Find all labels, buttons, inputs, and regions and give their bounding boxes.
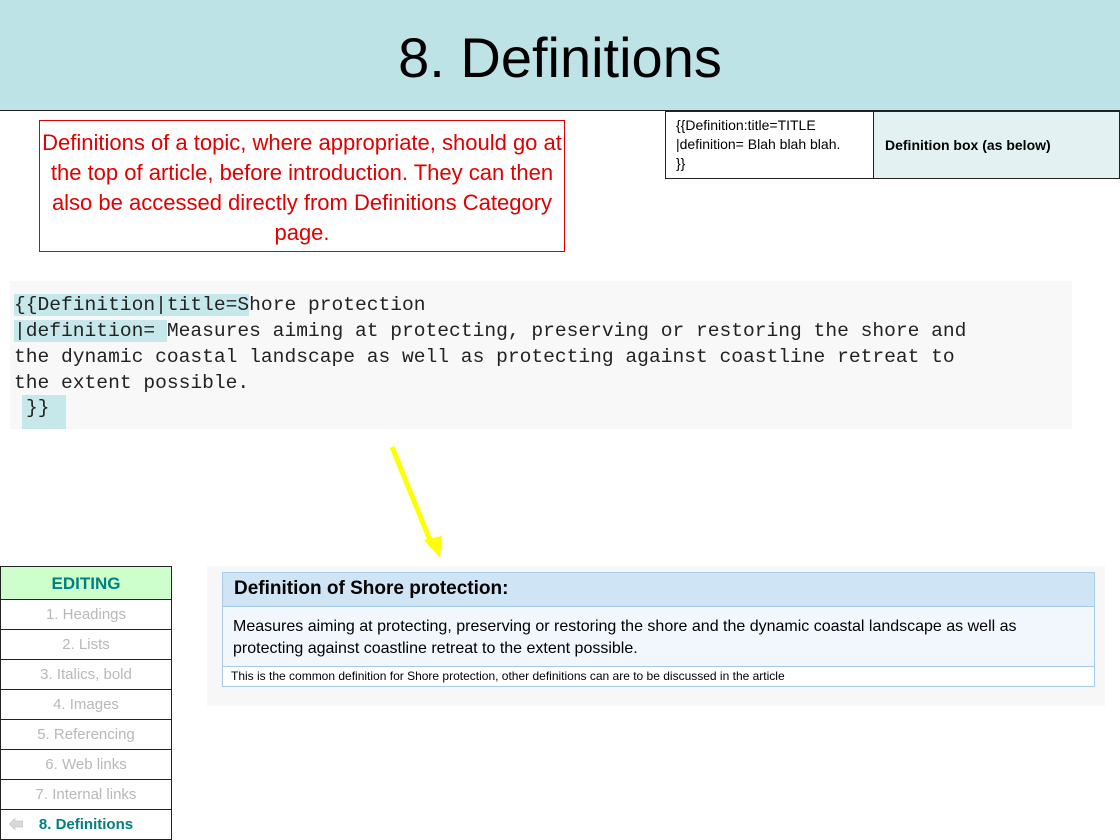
nav-item-referencing[interactable]: 5. Referencing	[0, 720, 172, 750]
code-line-5: }}	[26, 397, 50, 419]
code-text: hore protection	[249, 294, 426, 316]
editing-nav: EDITING 1. Headings 2. Lists 3. Italics,…	[0, 566, 172, 840]
definition-footer: This is the common definition for Shore …	[231, 669, 785, 683]
definition-body: Measures aiming at protecting, preservin…	[223, 607, 1094, 667]
nav-item-images[interactable]: 4. Images	[0, 690, 172, 720]
page-title: 8. Definitions	[398, 26, 722, 89]
code-line-3: the dynamic coastal landscape as well as…	[14, 346, 955, 368]
nav-heading: EDITING	[0, 566, 172, 600]
back-arrow-icon[interactable]	[9, 818, 23, 830]
code-line-1: {{Definition|title=Shore protection	[14, 292, 426, 318]
definition-title: Definition of Shore protection:	[223, 573, 1094, 607]
syntax-table: {{Definition:title=TITLE |definition= Bl…	[665, 111, 1120, 179]
code-text: Measures aiming at protecting, preservin…	[166, 320, 967, 342]
nav-item-label: 8. Definitions	[38, 816, 134, 833]
down-arrow-icon	[389, 446, 442, 558]
instruction-note: Definitions of a topic, where appropriat…	[39, 120, 565, 252]
code-example: {{Definition|title=Shore protection |def…	[10, 281, 1072, 429]
nav-item-italics-bold[interactable]: 3. Italics, bold	[0, 660, 172, 690]
code-line-2: |definition= Measures aiming at protecti…	[14, 318, 966, 344]
nav-item-headings[interactable]: 1. Headings	[0, 600, 172, 630]
syntax-description: Definition box (as below)	[874, 112, 1119, 178]
code-highlight-title: {{Definition|title=S	[14, 294, 250, 316]
slide-header: 8. Definitions	[0, 0, 1120, 111]
code-highlight-definition: |definition=	[14, 320, 167, 342]
nav-item-lists[interactable]: 2. Lists	[0, 630, 172, 660]
nav-item-internal-links[interactable]: 7. Internal links	[0, 780, 172, 810]
code-line-4: the extent possible.	[14, 372, 250, 394]
definition-box: Definition of Shore protection: Measures…	[222, 572, 1095, 687]
nav-item-web-links[interactable]: 6. Web links	[0, 750, 172, 780]
syntax-code: {{Definition:title=TITLE |definition= Bl…	[666, 112, 874, 178]
nav-item-definitions[interactable]: 8. Definitions	[0, 810, 172, 840]
